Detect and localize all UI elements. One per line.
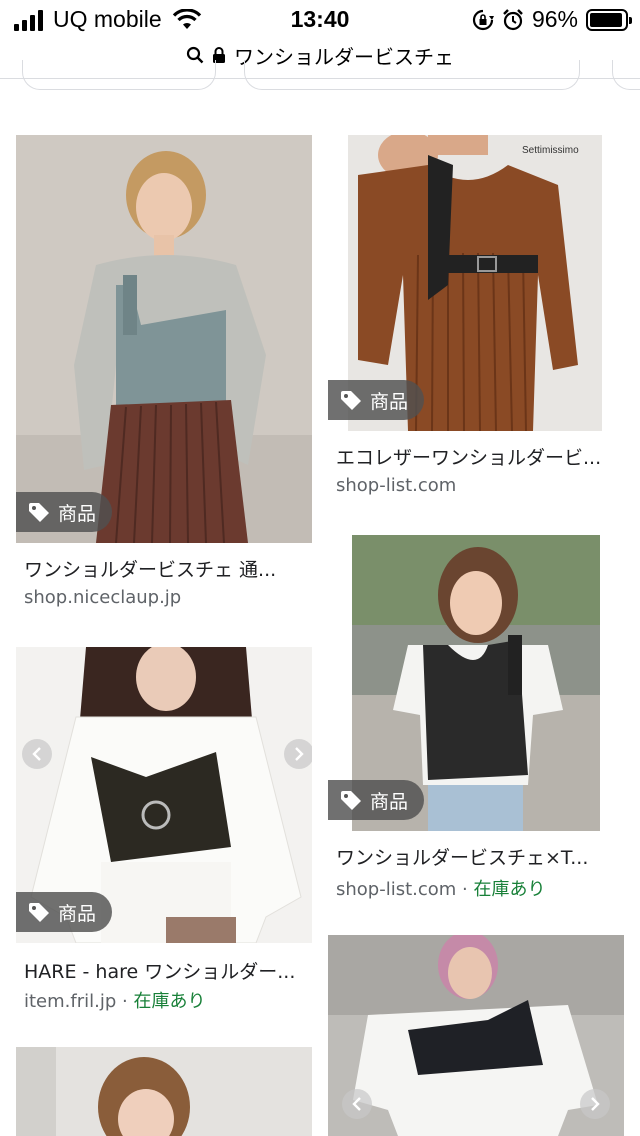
source-separator: · xyxy=(116,991,134,1012)
product-badge: 商品 xyxy=(16,492,113,532)
product-image[interactable] xyxy=(328,935,624,1136)
stock-status: 在庫あり xyxy=(473,879,546,900)
tag-icon xyxy=(29,903,49,922)
product-image[interactable] xyxy=(16,1047,312,1136)
battery-percent: 96% xyxy=(531,6,578,32)
chevron-left-icon xyxy=(352,1097,361,1111)
result-title[interactable]: HARE - hare ワンショルダー... xyxy=(24,957,308,984)
rotation-lock-icon xyxy=(472,9,494,30)
product-photo xyxy=(16,1047,312,1136)
filter-chip[interactable] xyxy=(612,60,640,90)
badge-label: 商品 xyxy=(370,790,409,813)
carousel-next-button[interactable] xyxy=(580,1089,610,1119)
result-title[interactable]: エコレザーワンショルダービ... xyxy=(336,443,620,470)
alarm-icon xyxy=(503,8,523,30)
badge-label: 商品 xyxy=(58,902,97,925)
result-card[interactable]: Settimissimo 商品 エコレザーワンショルダービ... shop-li… xyxy=(328,135,624,507)
carousel-next-button[interactable] xyxy=(284,739,312,769)
result-title[interactable]: ワンショルダービスチェ 通... xyxy=(24,555,308,582)
badge-label: 商品 xyxy=(370,390,409,413)
result-source: shop-list.com · 在庫あり xyxy=(336,875,546,901)
result-source: shop.niceclaup.jp xyxy=(24,587,181,608)
source-separator: · xyxy=(456,879,474,900)
battery-icon xyxy=(586,8,632,31)
result-title[interactable]: ワンショルダービスチェ×T... xyxy=(336,843,620,870)
product-photo xyxy=(16,135,312,543)
chevron-right-icon xyxy=(591,1097,600,1111)
result-source: shop-list.com xyxy=(336,475,456,496)
tag-icon xyxy=(341,791,361,810)
tag-icon xyxy=(341,391,361,410)
carousel-prev-button[interactable] xyxy=(22,739,52,769)
status-bar: UQ mobile 13:40 96% xyxy=(0,0,640,40)
source-domain: shop-list.com xyxy=(336,879,457,900)
product-badge: 商品 xyxy=(16,892,113,932)
filter-chip[interactable] xyxy=(22,60,216,90)
brand-watermark: Settimissimo xyxy=(522,145,579,156)
carousel-prev-button[interactable] xyxy=(342,1089,372,1119)
source-domain: shop.niceclaup.jp xyxy=(24,587,182,608)
product-badge: 商品 xyxy=(328,380,425,420)
result-source: item.fril.jp · 在庫あり xyxy=(24,987,205,1013)
product-badge: 商品 xyxy=(328,780,425,820)
source-domain: item.fril.jp xyxy=(24,991,117,1012)
badge-label: 商品 xyxy=(58,502,97,525)
result-card[interactable]: 商品 HARE - hare ワンショルダー... item.fril.jp ·… xyxy=(16,647,312,1019)
result-card[interactable] xyxy=(328,935,624,1136)
result-card[interactable] xyxy=(16,1047,312,1136)
stock-status: 在庫あり xyxy=(133,991,206,1012)
chevron-right-icon xyxy=(295,747,304,761)
chevron-left-icon xyxy=(32,747,41,761)
result-card[interactable]: 商品 ワンショルダービスチェ 通... shop.niceclaup.jp xyxy=(16,135,312,615)
tag-icon xyxy=(29,503,49,522)
header-divider xyxy=(0,78,640,79)
filter-chip[interactable] xyxy=(244,60,580,90)
filter-chips xyxy=(0,60,640,92)
result-card[interactable]: 商品 ワンショルダービスチェ×T... shop-list.com · 在庫あり xyxy=(328,535,624,907)
product-image[interactable] xyxy=(16,135,312,543)
source-domain: shop-list.com xyxy=(336,475,457,496)
